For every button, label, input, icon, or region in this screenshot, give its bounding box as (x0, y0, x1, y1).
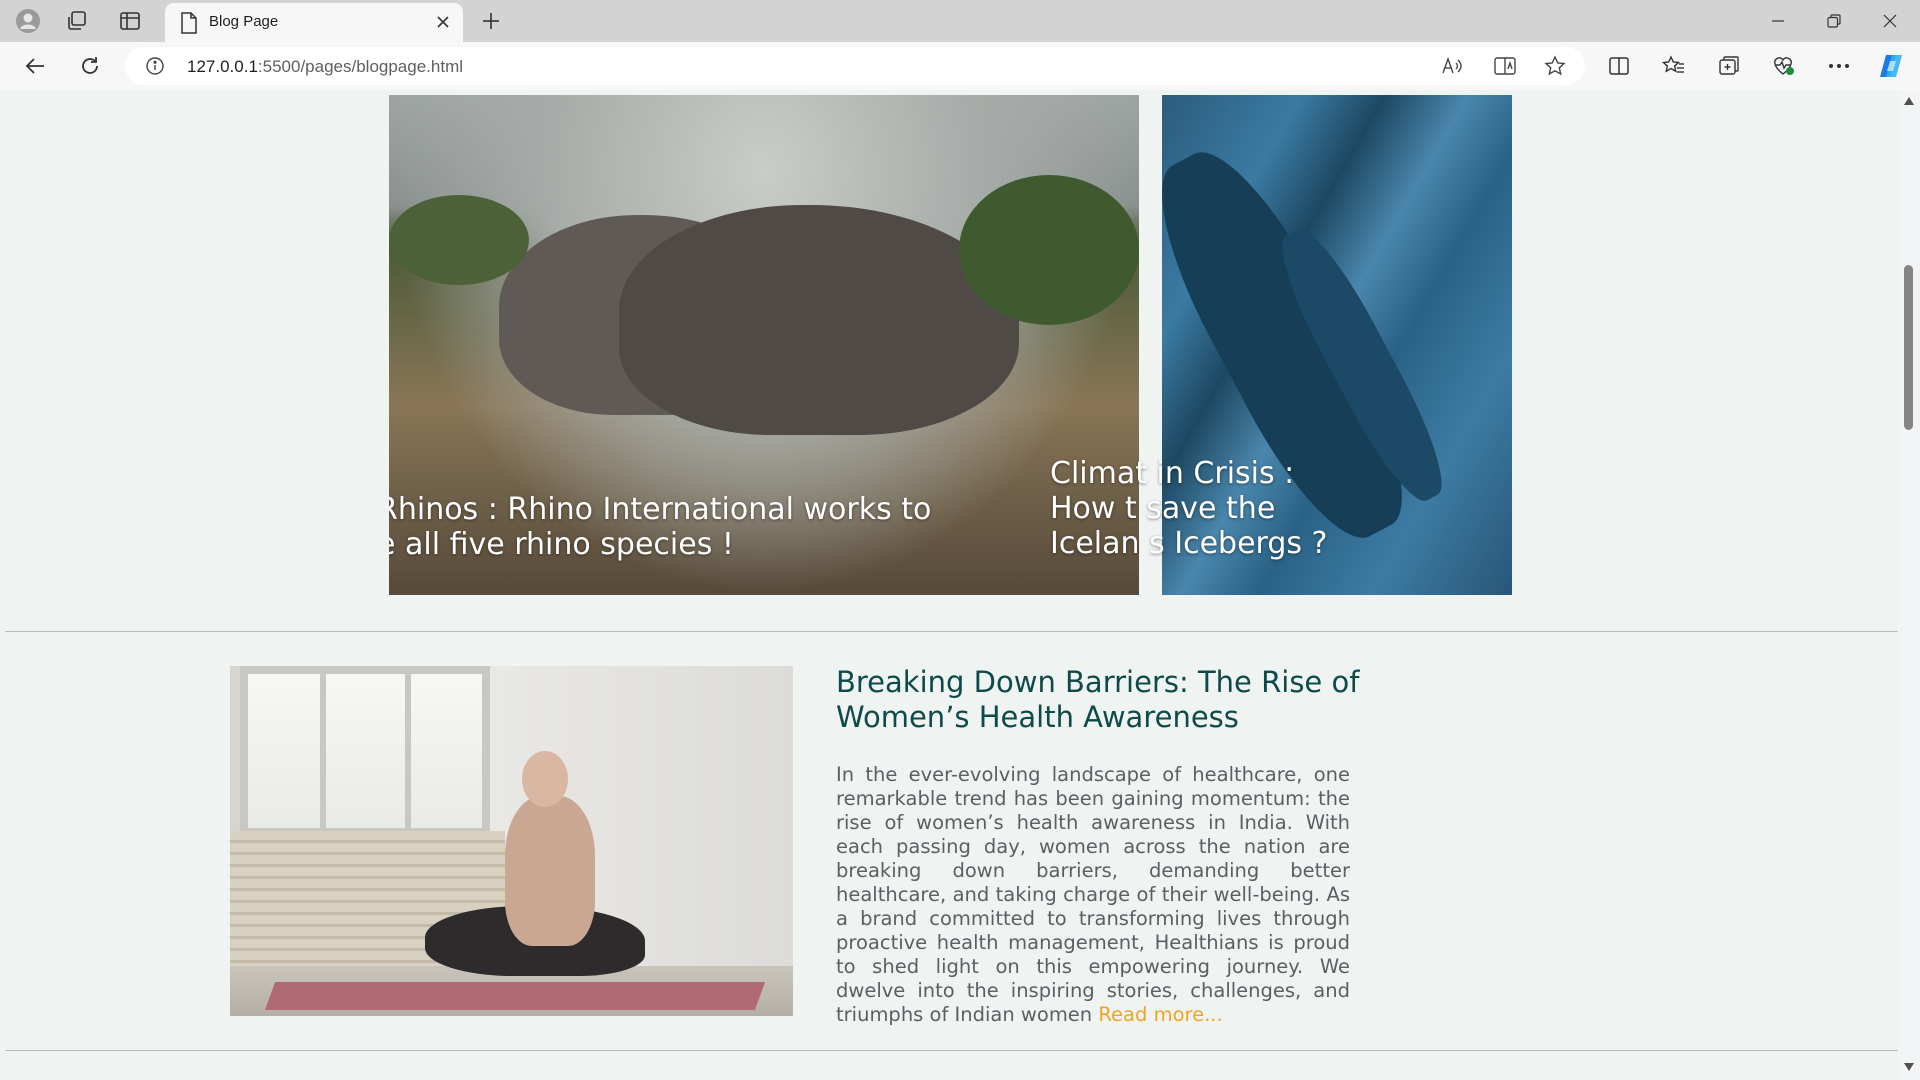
read-aloud-icon[interactable] (1438, 53, 1466, 79)
heartbeat-icon[interactable] (1766, 49, 1802, 83)
document-icon (180, 12, 198, 38)
iceberg-caption-line1: Climat in Crisis : (1050, 456, 1295, 491)
collections-icon[interactable] (1711, 49, 1747, 83)
favorites-icon[interactable] (1656, 49, 1692, 83)
workspaces-icon[interactable] (57, 6, 97, 36)
active-tab[interactable]: Blog Page (165, 3, 463, 42)
iceberg-card-caption: Climat in Crisis : How t save the Icelan… (1050, 456, 1450, 596)
bush-shape (389, 195, 529, 285)
page-viewport: Rhinos : Rhino International works to e … (0, 90, 1920, 1080)
new-tab-button[interactable] (475, 6, 507, 36)
rhino-caption-line1: Rhinos : Rhino International works to (389, 492, 932, 527)
yoga-mat-shape (264, 982, 766, 1010)
post-image[interactable] (230, 666, 793, 1016)
star-icon[interactable] (1541, 53, 1569, 79)
scroll-up-icon[interactable] (1903, 96, 1915, 106)
url-host: 127.0.0.1 (187, 57, 258, 76)
restore-button[interactable] (1806, 0, 1862, 42)
woman-head-shape (522, 751, 568, 807)
minimize-button[interactable] (1750, 0, 1806, 42)
rhino-card-caption: Rhinos : Rhino International works to e … (389, 490, 1139, 590)
browser-toolbar: 127.0.0.1:5500/pages/blogpage.html (0, 42, 1920, 90)
woman-body-shape (505, 796, 595, 946)
window-shape (240, 666, 490, 836)
vertical-scrollbar[interactable] (1898, 90, 1920, 1080)
close-window-button[interactable] (1862, 0, 1918, 42)
address-bar[interactable]: 127.0.0.1:5500/pages/blogpage.html (125, 47, 1585, 85)
section-divider (5, 631, 1898, 632)
url-text[interactable]: 127.0.0.1:5500/pages/blogpage.html (187, 57, 463, 77)
copilot-icon[interactable] (1874, 49, 1910, 83)
split-screen-icon[interactable] (1601, 49, 1637, 83)
iceberg-caption-line3: Icelan s Icebergs ? (1050, 526, 1328, 561)
read-more-link[interactable]: Read more... (1098, 1003, 1222, 1026)
rhino-caption-line2: e all five rhino species ! (389, 527, 734, 562)
profile-icon[interactable] (8, 6, 48, 36)
tab-title: Blog Page (209, 13, 279, 30)
window-mullion-2 (405, 666, 411, 836)
more-icon[interactable] (1821, 49, 1857, 83)
scroll-down-icon[interactable] (1903, 1062, 1915, 1072)
post-title[interactable]: Breaking Down Barriers: The Rise of Wome… (836, 665, 1396, 735)
window-mullion (320, 666, 326, 836)
iceberg-caption-line2: How t save the (1050, 491, 1276, 526)
post-excerpt: In the ever-evolving landscape of health… (836, 763, 1350, 1027)
section-divider-2 (5, 1050, 1898, 1051)
tab-actions-icon[interactable] (110, 6, 150, 36)
tab-strip: Blog Page (0, 0, 1920, 42)
close-tab-icon[interactable] (431, 10, 455, 34)
post-body-text: In the ever-evolving landscape of health… (836, 763, 1350, 1026)
refresh-icon[interactable] (72, 49, 108, 83)
info-icon[interactable] (145, 56, 165, 80)
immersive-reader-icon[interactable] (1491, 53, 1519, 79)
url-path: :5500/pages/blogpage.html (257, 57, 464, 76)
tree-shape (959, 175, 1139, 325)
scroll-thumb[interactable] (1904, 265, 1913, 430)
back-arrow-icon[interactable] (17, 49, 53, 83)
